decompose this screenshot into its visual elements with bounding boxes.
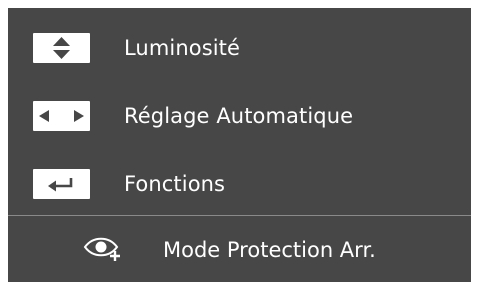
up-down-arrows-icon [33,33,90,63]
divider [8,215,471,216]
enter-return-icon [33,169,90,199]
menu-item-brightness[interactable]: Luminosité [8,26,471,70]
menu-item-label: Luminosité [124,36,241,60]
menu-item-label: Réglage Automatique [124,104,354,128]
eye-saver-icon [83,237,120,261]
eye-saver-label: Mode Protection Arr. [163,238,376,262]
left-right-arrows-icon [33,101,90,131]
menu-item-label: Fonctions [124,172,226,196]
eye-saver-mode-button[interactable]: Mode Protection Arr. [8,224,471,272]
menu-item-auto-adjust[interactable]: Réglage Automatique [8,94,471,138]
menu-item-functions[interactable]: Fonctions [8,162,471,206]
osd-menu-panel: Luminosité Réglage Automatique Fonctions… [8,8,471,282]
